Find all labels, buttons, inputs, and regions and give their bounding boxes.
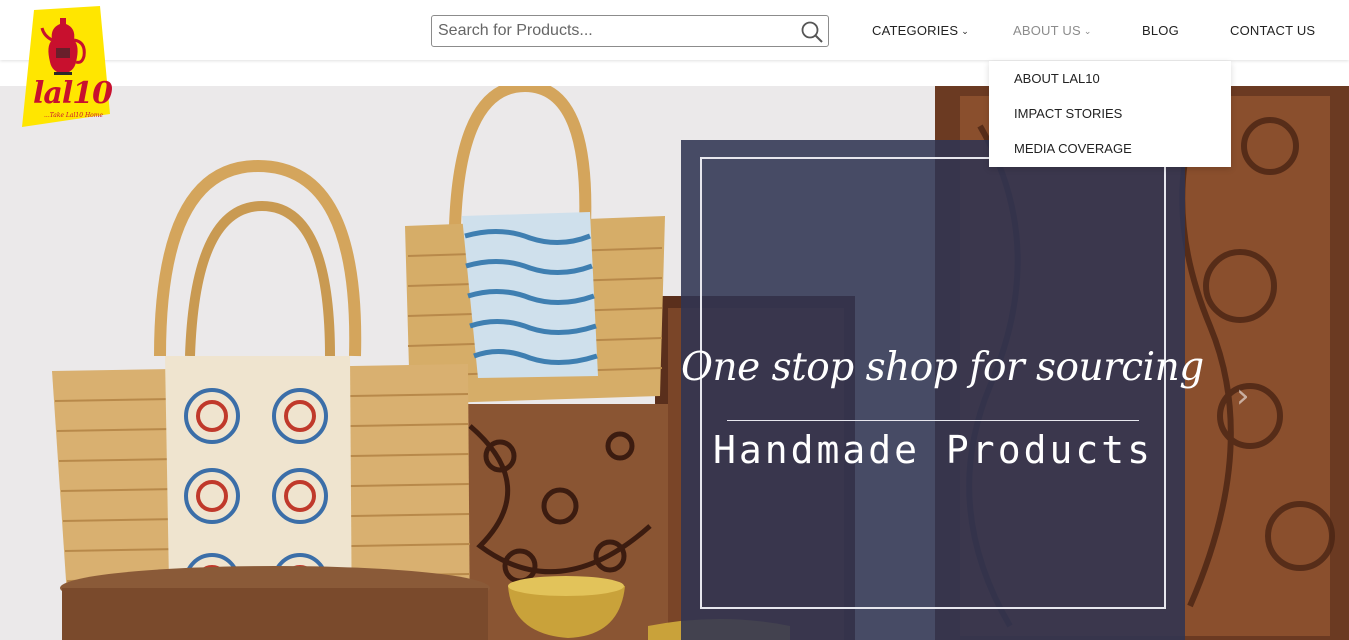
nav-about-label: ABOUT US <box>1013 23 1081 38</box>
nav-blog-label: BLOG <box>1142 23 1179 38</box>
chevron-down-icon: ⌄ <box>1083 26 1092 36</box>
logo-wordmark: lal10 <box>33 76 113 111</box>
chevron-down-icon: ⌄ <box>961 26 970 36</box>
menu-item-impact-stories[interactable]: IMPACT STORIES <box>1014 106 1122 121</box>
hero-tagline: One stop shop for sourcing <box>681 345 1204 390</box>
nav-blog[interactable]: BLOG <box>1142 23 1179 38</box>
search-icon[interactable] <box>800 20 824 44</box>
nav-categories-label: CATEGORIES <box>872 23 959 38</box>
hero-divider <box>727 420 1139 421</box>
brand-logo[interactable]: lal10 ...Take Lal10 Home <box>20 6 113 127</box>
menu-item-about-lal10[interactable]: ABOUT LAL10 <box>1014 71 1100 86</box>
menu-item-media-coverage[interactable]: MEDIA COVERAGE <box>1014 141 1132 156</box>
nav-about-us[interactable]: ABOUT US ⌄ <box>1013 23 1092 38</box>
hero-text-panel: One stop shop for sourcing Handmade Prod… <box>681 140 1204 640</box>
search-box <box>431 15 829 47</box>
nav-categories[interactable]: CATEGORIES ⌄ <box>872 23 969 38</box>
about-us-dropdown: ABOUT LAL10 IMPACT STORIES MEDIA COVERAG… <box>989 61 1231 167</box>
logo-tagline: ...Take Lal10 Home <box>44 112 104 119</box>
chevron-right-icon[interactable]: › <box>1236 376 1250 416</box>
nav-contact-us[interactable]: CONTACT US <box>1230 23 1315 38</box>
hero-banner[interactable]: One stop shop for sourcing Handmade Prod… <box>0 86 1349 640</box>
hero-subtitle: Handmade Products <box>713 428 1153 472</box>
search-input[interactable] <box>432 16 798 46</box>
site-header: CATEGORIES⌄ ABOUT US⌄ BLOG CONTACT US <box>0 0 1349 60</box>
nav-contact-label: CONTACT US <box>1230 23 1316 38</box>
